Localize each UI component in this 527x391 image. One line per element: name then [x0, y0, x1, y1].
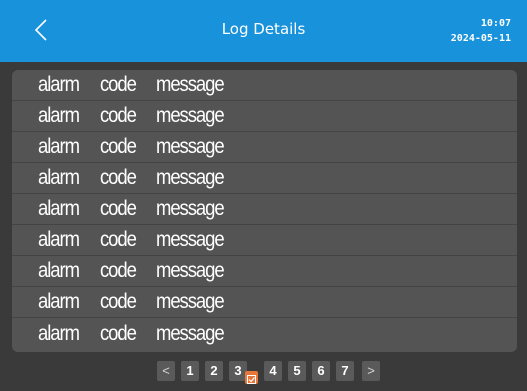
log-row[interactable]: alarm code message: [12, 101, 517, 132]
log-alarm: alarm: [38, 228, 80, 251]
log-message: message: [156, 135, 225, 158]
clock-date: 2024-05-11: [450, 33, 511, 44]
current-page-marker-icon: [245, 371, 258, 384]
log-message: message: [156, 197, 225, 220]
page-title: Log Details: [221, 20, 306, 38]
log-code: code: [100, 166, 137, 189]
log-row[interactable]: alarm code message: [12, 287, 517, 318]
log-message: message: [156, 290, 225, 313]
title-bar: Log Details 10:07 2024-05-11: [0, 0, 527, 62]
page-button-7[interactable]: 7: [336, 361, 354, 381]
log-message: message: [156, 228, 225, 251]
log-alarm: alarm: [38, 290, 80, 313]
log-row[interactable]: alarm code message: [12, 70, 517, 101]
pagination: < 1 2 3 4 5 6 7 >: [0, 361, 527, 381]
log-row[interactable]: alarm code message: [12, 194, 517, 225]
log-alarm: alarm: [38, 73, 80, 96]
log-alarm: alarm: [38, 104, 80, 127]
page-button-5[interactable]: 5: [288, 361, 306, 381]
log-message: message: [156, 166, 225, 189]
log-alarm: alarm: [38, 321, 80, 345]
log-code: code: [100, 259, 137, 282]
page-button-1[interactable]: 1: [181, 361, 199, 381]
log-message: message: [156, 104, 225, 127]
log-row[interactable]: alarm code message: [12, 225, 517, 256]
log-row[interactable]: alarm code message: [12, 256, 517, 287]
log-message: message: [156, 73, 225, 96]
log-message: message: [156, 259, 225, 282]
log-alarm: alarm: [38, 135, 80, 158]
next-page-button[interactable]: >: [362, 361, 380, 381]
clock: 10:07 2024-05-11: [451, 16, 511, 46]
log-code: code: [100, 228, 137, 251]
log-code: code: [100, 104, 137, 127]
log-code: code: [100, 135, 137, 158]
log-list: alarm code message alarm code message al…: [12, 70, 517, 352]
log-alarm: alarm: [38, 166, 80, 189]
check-icon: [247, 375, 256, 384]
log-row[interactable]: alarm code message: [12, 132, 517, 163]
log-row[interactable]: alarm code message: [12, 318, 517, 349]
log-code: code: [100, 290, 137, 313]
page-button-2[interactable]: 2: [205, 361, 223, 381]
log-alarm: alarm: [38, 259, 80, 282]
prev-page-button[interactable]: <: [157, 361, 175, 381]
page-button-6[interactable]: 6: [312, 361, 330, 381]
log-code: code: [100, 197, 137, 220]
log-message: message: [156, 321, 225, 345]
log-row[interactable]: alarm code message: [12, 163, 517, 194]
page-button-4[interactable]: 4: [264, 361, 282, 381]
clock-time: 10:07: [480, 18, 511, 29]
log-alarm: alarm: [38, 197, 80, 220]
log-code: code: [100, 73, 137, 96]
log-code: code: [100, 321, 137, 345]
